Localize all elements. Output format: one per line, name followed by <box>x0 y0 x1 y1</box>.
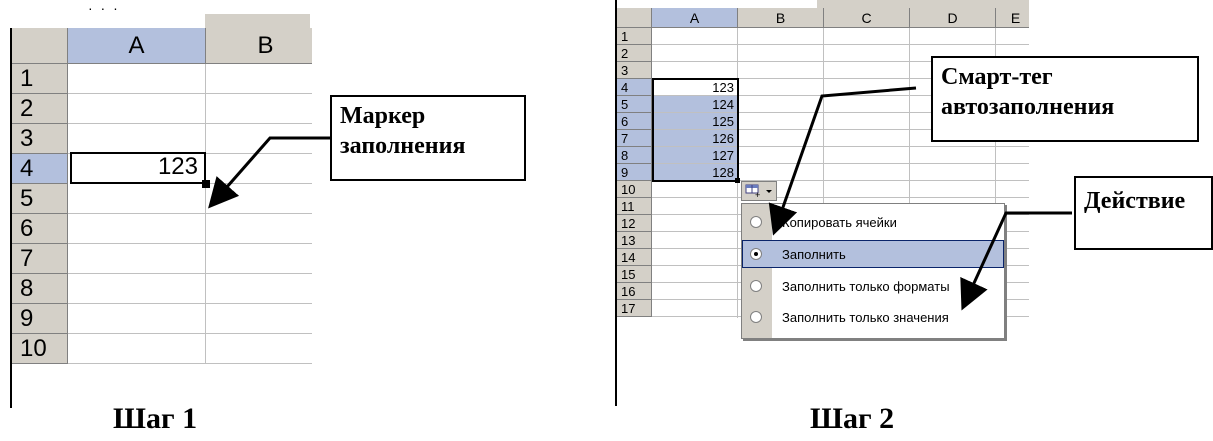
arrow-to-fill-handle <box>208 136 330 209</box>
arrow-to-action <box>960 211 1072 311</box>
callout-arrows <box>208 86 1072 311</box>
arrow-to-smart-tag <box>768 86 917 236</box>
